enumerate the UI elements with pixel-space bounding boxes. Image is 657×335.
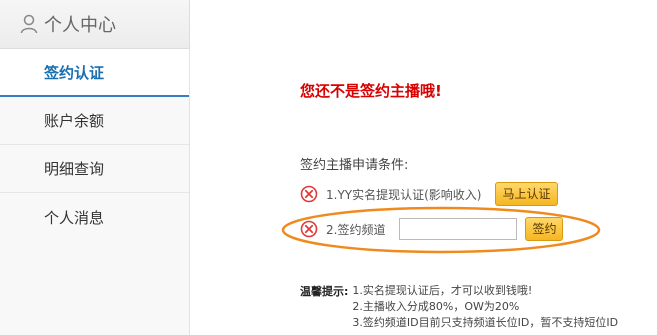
sidebar-item-account-balance[interactable]: 账户余额 <box>0 97 189 145</box>
not-signed-warning: 您还不是签约主播哦! <box>300 82 442 100</box>
condition-row-realname: 1.YY实名提现认证(影响收入) 马上认证 <box>300 182 558 206</box>
sidebar: 个人中心 签约认证 账户余额 明细查询 个人消息 <box>0 0 190 335</box>
tip-item: 2.主播收入分成80%，OW为20% <box>352 300 520 313</box>
tips-list: 1.实名提现认证后，才可以收到钱哦! 2.主播收入分成80%，OW为20% 3.… <box>352 283 618 331</box>
condition-text: 1.YY实名提现认证(影响收入) <box>326 187 482 202</box>
conditions-label: 签约主播申请条件: <box>300 158 409 173</box>
main-content: 您还不是签约主播哦! 签约主播申请条件: 1.YY实名提现认证(影响收入) 马上… <box>190 0 657 335</box>
sidebar-title: 个人中心 <box>44 15 116 36</box>
sidebar-item-detail-query[interactable]: 明细查询 <box>0 145 189 193</box>
sidebar-item-personal-messages[interactable]: 个人消息 <box>0 193 189 241</box>
tips-section: 温馨提示: 1.实名提现认证后，才可以收到钱哦! 2.主播收入分成80%，OW为… <box>300 283 618 331</box>
sidebar-header: 个人中心 <box>0 0 189 49</box>
tip-item: 1.实名提现认证后，才可以收到钱哦! <box>352 284 533 297</box>
sidebar-item-sign-certification[interactable]: 签约认证 <box>0 49 189 97</box>
tip-item: 3.签约频道ID目前只支持频道长位ID，暂不支持短位ID <box>352 316 619 329</box>
verify-now-button[interactable]: 马上认证 <box>495 182 558 206</box>
highlight-oval <box>281 206 601 254</box>
tips-title: 温馨提示: <box>300 285 349 298</box>
user-icon <box>20 14 38 34</box>
x-circle-icon <box>300 185 318 203</box>
